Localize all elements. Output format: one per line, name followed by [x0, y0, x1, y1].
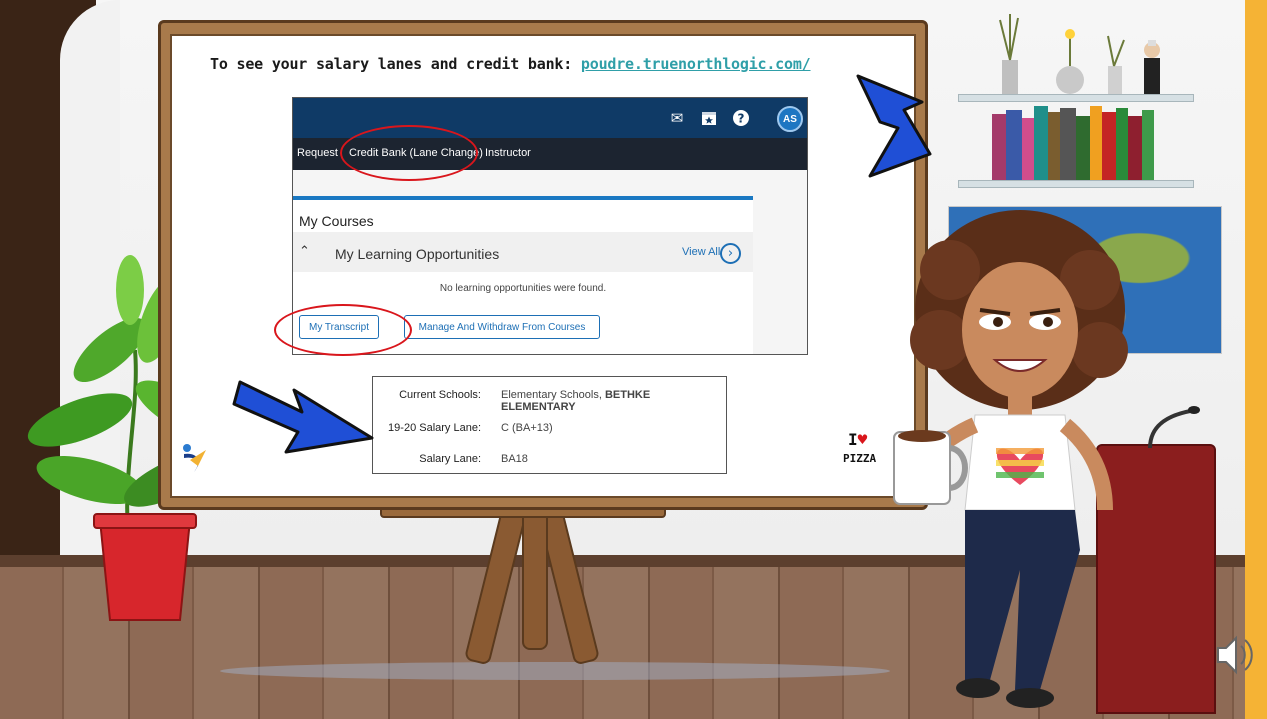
- user-avatar[interactable]: AS: [777, 106, 803, 132]
- heart-icon: ♥: [857, 430, 868, 449]
- svg-text:?: ?: [738, 112, 745, 126]
- truenorthlogic-link[interactable]: poudre.truenorthlogic.com/: [581, 55, 811, 73]
- highlight-my-transcript: [274, 304, 412, 356]
- salary-lane-1920-value: C (BA+13): [501, 422, 553, 434]
- district-logo-icon: [183, 444, 206, 472]
- i-letter: I: [848, 430, 858, 449]
- slide-headline: To see your salary lanes and credit bank…: [210, 55, 811, 73]
- floor-shadow: [220, 662, 890, 680]
- highlight-credit-bank: [340, 125, 478, 181]
- view-all-link[interactable]: View All: [682, 246, 720, 258]
- i-love-label: I♥: [848, 430, 867, 449]
- mail-icon[interactable]: ✉: [667, 108, 687, 128]
- easel-leg-center: [522, 500, 548, 650]
- headline-text: To see your salary lanes and credit bank…: [210, 55, 573, 73]
- my-courses-title: My Courses: [299, 213, 374, 229]
- chevron-up-icon[interactable]: ⌃: [299, 244, 310, 259]
- nav-instructor[interactable]: Instructor: [485, 147, 531, 159]
- learning-opportunities-title: My Learning Opportunities: [335, 246, 500, 262]
- teacher-avatar-figure: [893, 210, 1128, 708]
- salary-profile-screenshot: Current Schools: Elementary Schools, BET…: [372, 376, 727, 474]
- pizza-label: PIZZA: [843, 452, 877, 465]
- salary-lane-value: BA18: [501, 453, 528, 465]
- calendar-star-icon[interactable]: [699, 108, 719, 128]
- salary-lane-1920-label: 19-20 Salary Lane:: [388, 422, 481, 434]
- empty-message: No learning opportunities were found.: [439, 283, 607, 294]
- slide-scene: To see your salary lanes and credit bank…: [0, 0, 1267, 719]
- vases-and-figure: [999, 14, 1160, 94]
- manage-withdraw-button[interactable]: Manage And Withdraw From Courses: [404, 315, 600, 339]
- current-schools-label: Current Schools:: [399, 389, 481, 401]
- nav-request[interactable]: Request: [297, 147, 338, 159]
- speaker-icon[interactable]: [1214, 630, 1254, 680]
- current-schools-value: Elementary Schools, BETHKE ELEMENTARY: [501, 389, 726, 413]
- arrow-to-profile-icon: [232, 380, 374, 454]
- help-icon[interactable]: ?: [731, 108, 751, 128]
- arrow-to-link-icon: [856, 74, 932, 178]
- salary-lane-label: Salary Lane:: [419, 453, 481, 465]
- current-schools-type: Elementary Schools,: [501, 389, 605, 401]
- chevron-right-icon[interactable]: ›: [720, 243, 741, 264]
- books-on-shelf: [992, 106, 1154, 180]
- slide-edge-bar: [1245, 0, 1267, 719]
